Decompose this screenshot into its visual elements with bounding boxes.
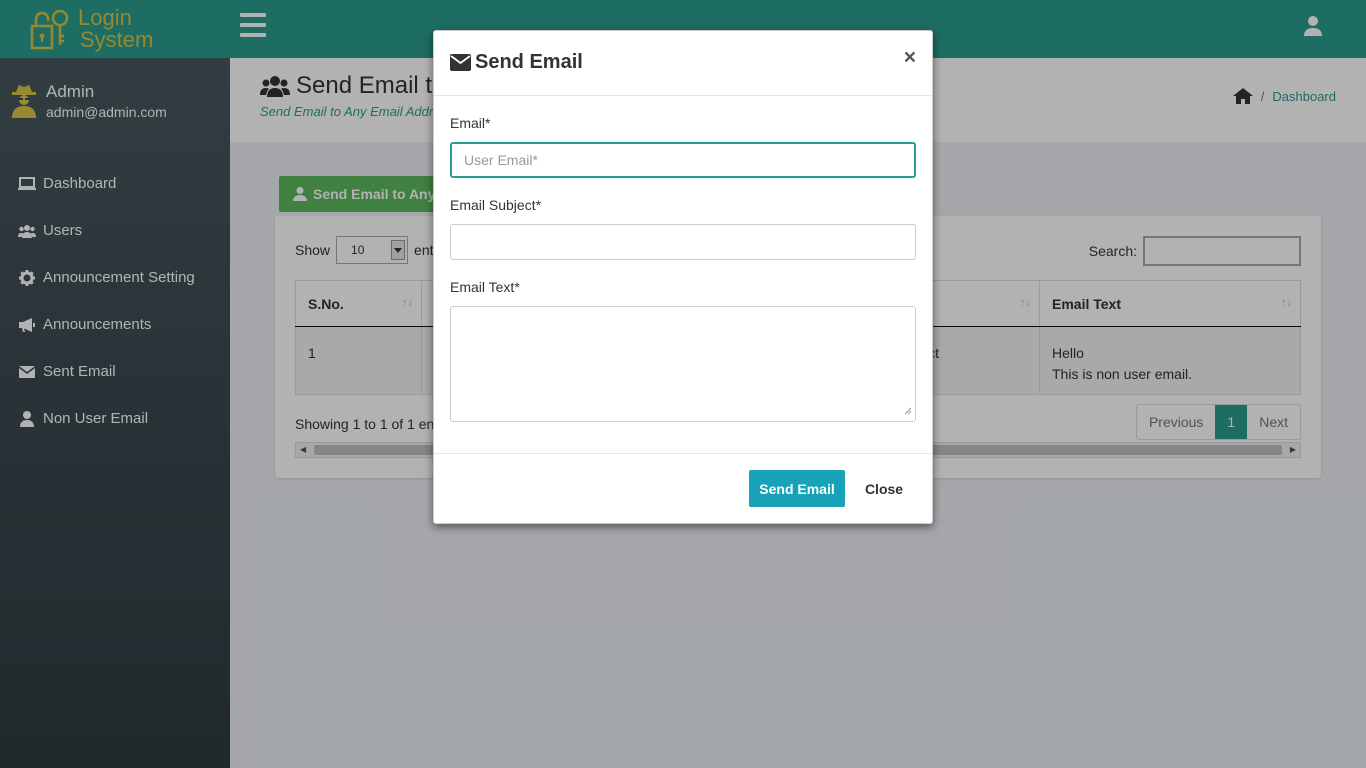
modal-body: Email* Email Subject* Email Text* — [434, 96, 932, 454]
resize-grip-icon[interactable] — [904, 407, 912, 415]
email-subject-label: Email Subject* — [450, 197, 542, 213]
email-field[interactable] — [450, 142, 916, 178]
modal-footer: Send Email Close — [434, 454, 932, 524]
modal-title-text: Send Email — [475, 51, 583, 73]
modal-header: Send Email × — [434, 31, 932, 96]
email-label: Email* — [450, 115, 491, 131]
email-subject-field[interactable] — [450, 224, 916, 260]
send-email-button[interactable]: Send Email — [749, 470, 845, 507]
close-button[interactable]: Close — [852, 470, 916, 507]
send-email-modal: Send Email × Email* Email Subject* Email… — [433, 30, 933, 524]
envelope-icon — [450, 54, 471, 71]
email-text-label: Email Text* — [450, 279, 520, 295]
close-icon[interactable]: × — [904, 47, 916, 68]
modal-title: Send Email — [450, 51, 583, 74]
email-text-field[interactable] — [450, 306, 916, 422]
